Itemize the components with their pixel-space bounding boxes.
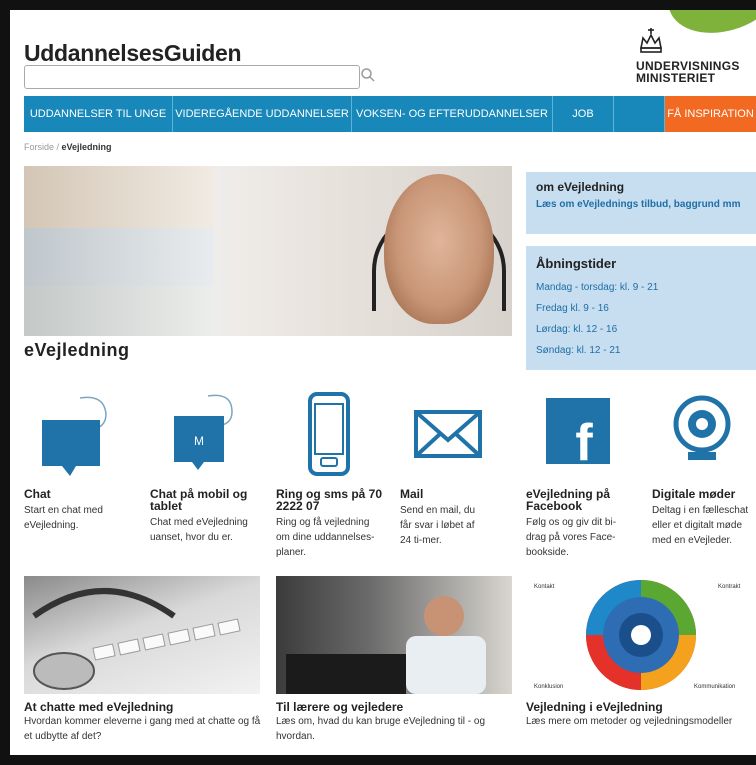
bottom-text-vejledning: Læs mere om metoder og vejledningsmodell… bbox=[526, 716, 733, 727]
phone-icon[interactable] bbox=[288, 390, 368, 480]
channel-text-facebook: Følg os og giv dit bi-drag på vores Face… bbox=[526, 517, 617, 558]
channel-text-mail: Send en mail, du får svar i løbet af 24 … bbox=[400, 505, 476, 546]
channel-title-facebook[interactable]: eVejledning på Facebook bbox=[526, 488, 644, 512]
hours-line: Fredag kl. 9 - 16 bbox=[536, 303, 609, 314]
crown-icon bbox=[640, 28, 662, 53]
page-title: eVejledning bbox=[24, 340, 130, 360]
about-link[interactable]: Læs om eVejlednings tilbud, baggrund mm bbox=[536, 198, 746, 212]
channel-text-digital: Deltag i en fælleschat eller et digitalt… bbox=[652, 505, 749, 546]
hours-line: Mandag - torsdag: kl. 9 - 21 bbox=[536, 282, 659, 293]
svg-text:Kontakt: Kontakt bbox=[534, 584, 555, 590]
breadcrumb-home[interactable]: Forside bbox=[24, 142, 54, 152]
keyboard-headset-image[interactable] bbox=[24, 576, 260, 694]
svg-text:Konklusion: Konklusion bbox=[534, 684, 563, 690]
hero-image bbox=[24, 166, 512, 336]
about-title: om eVejledning bbox=[536, 180, 625, 194]
chat-bubble-icon[interactable] bbox=[32, 390, 112, 480]
channel-title-chat[interactable]: Chat bbox=[24, 488, 142, 500]
channel-title-mobile[interactable]: Chat på mobil og tablet bbox=[150, 488, 268, 512]
mobile-chat-letter: M bbox=[194, 434, 204, 448]
bottom-title-chatte[interactable]: At chatte med eVejledning bbox=[24, 700, 173, 714]
facebook-icon[interactable]: f bbox=[538, 390, 618, 480]
page-frame: UddannelsesGuiden UNDERVISNINGS MINISTER… bbox=[10, 10, 756, 755]
breadcrumb-current: eVejledning bbox=[61, 142, 112, 152]
bottom-title-vejledning[interactable]: Vejledning i eVejledning bbox=[526, 700, 663, 714]
opening-hours-box: Åbningstider Mandag - torsdag: kl. 9 - 2… bbox=[526, 246, 756, 370]
mobile-chat-icon[interactable]: M bbox=[160, 390, 240, 480]
hero-photo-man-laptop bbox=[24, 228, 214, 286]
svg-text:Kommunikation: Kommunikation bbox=[694, 684, 735, 690]
guidance-wheel-image[interactable]: Kontakt Kontrakt Konklusion Kommunikatio… bbox=[526, 576, 756, 694]
teacher-image[interactable] bbox=[276, 576, 512, 694]
nav-item-videregaaende[interactable]: VIDEREGÅENDE UDDANNELSER bbox=[173, 96, 352, 132]
ministry-logo[interactable]: UNDERVISNINGS MINISTERIET bbox=[636, 26, 756, 86]
opening-hours-title: Åbningstider bbox=[536, 256, 617, 271]
nav-item-unge[interactable]: UDDANNELSER TIL UNGE bbox=[24, 96, 173, 132]
search-input[interactable] bbox=[24, 65, 360, 89]
ministry-line2: MINISTERIET bbox=[636, 71, 716, 85]
hero-photo-students bbox=[24, 286, 214, 336]
webcam-icon[interactable] bbox=[662, 390, 742, 480]
bottom-text-laerere: Læs om, hvad du kan bruge eVejledning ti… bbox=[276, 716, 486, 742]
main-nav: UDDANNELSER TIL UNGE VIDEREGÅENDE UDDANN… bbox=[24, 96, 756, 132]
breadcrumb: Forside / eVejledning bbox=[24, 142, 112, 152]
hours-line: Lørdag: kl. 12 - 16 bbox=[536, 324, 618, 335]
about-box[interactable]: om eVejledning Læs om eVejlednings tilbu… bbox=[526, 172, 756, 234]
bottom-title-laerere[interactable]: Til lærere og vejledere bbox=[276, 700, 403, 714]
channel-title-phone[interactable]: Ring og sms på 70 2222 07 bbox=[276, 488, 394, 512]
channel-text-mobile: Chat med eVejledning uanset, hvor du er. bbox=[150, 517, 248, 543]
hero-photo-women bbox=[24, 166, 214, 228]
bottom-text-chatte: Hvordan kommer eleverne i gang med at ch… bbox=[24, 716, 261, 742]
nav-item-job[interactable]: JOB bbox=[553, 96, 614, 132]
channel-title-digital[interactable]: Digitale møder bbox=[652, 488, 756, 500]
nav-item-voksen[interactable]: VOKSEN- OG EFTERUDDANNELSER bbox=[352, 96, 553, 132]
facebook-letter: f bbox=[575, 414, 593, 472]
nav-item-inspiration[interactable]: FÅ INSPIRATION bbox=[665, 96, 756, 132]
search-icon[interactable] bbox=[360, 67, 376, 83]
advisor-face bbox=[384, 174, 494, 324]
mail-icon[interactable] bbox=[408, 390, 488, 480]
site-logo[interactable]: UddannelsesGuiden bbox=[24, 40, 242, 67]
hours-line: Søndag: kl. 12 - 21 bbox=[536, 345, 621, 356]
channel-title-mail[interactable]: Mail bbox=[400, 488, 510, 500]
channel-text-phone: Ring og få vejledning om dine uddannelse… bbox=[276, 517, 375, 558]
channel-text-chat: Start en chat med eVejledning. bbox=[24, 505, 103, 531]
svg-text:Kontrakt: Kontrakt bbox=[718, 584, 741, 590]
